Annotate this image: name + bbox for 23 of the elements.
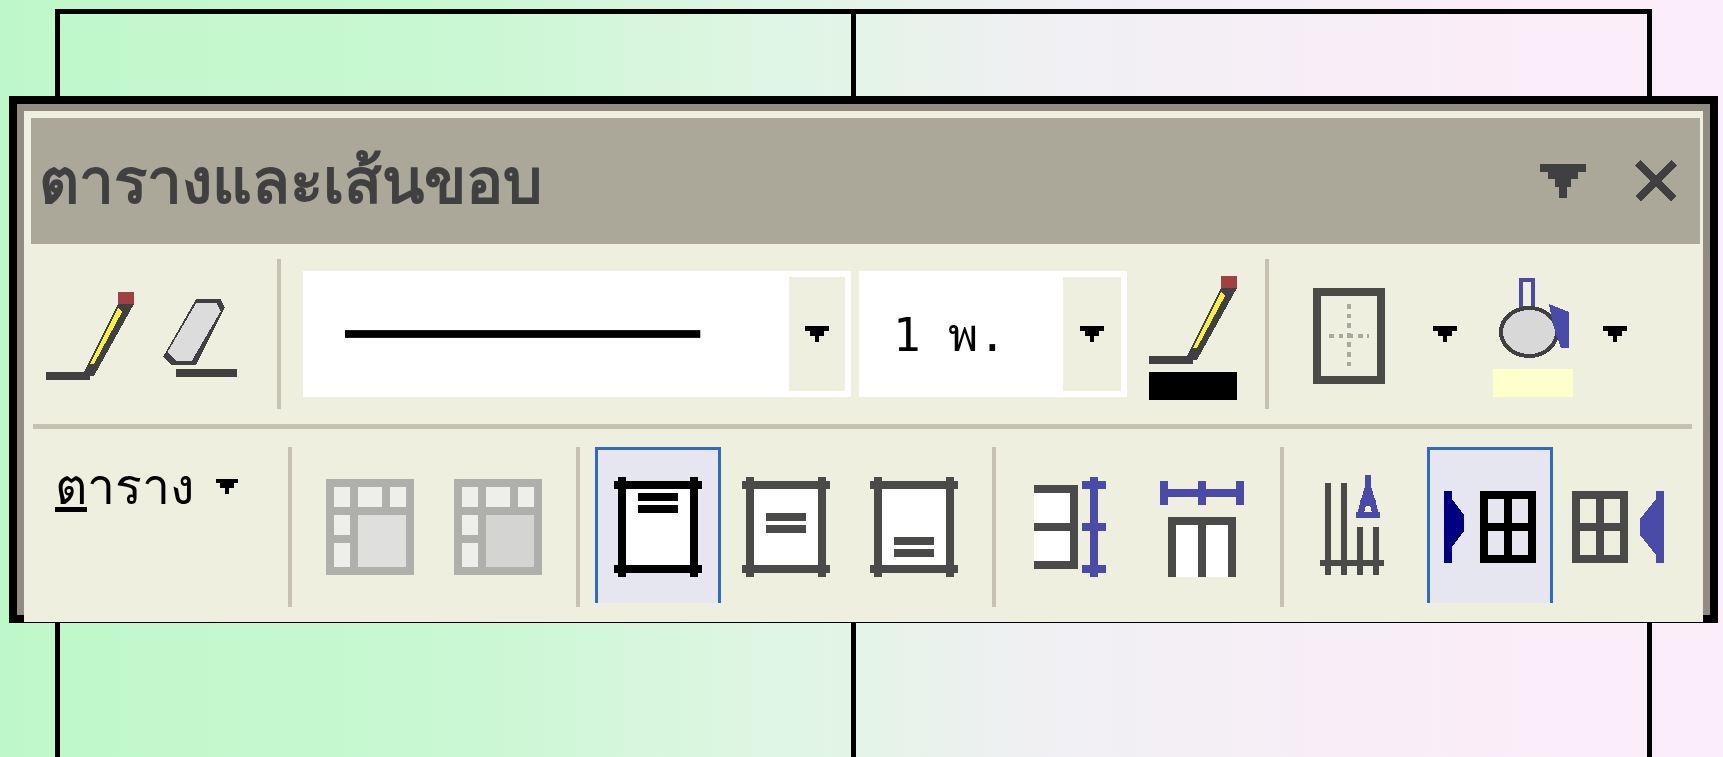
insert-table-button[interactable] [1427, 447, 1553, 603]
table-menu[interactable]: ตาราง [55, 447, 238, 526]
table-arrow-icon [1572, 490, 1664, 563]
align-top-icon [614, 476, 702, 577]
window-title: ตารางและเส้นขอบ [39, 144, 543, 220]
merge-cells-icon [326, 478, 414, 575]
align-bottom-icon [870, 476, 958, 577]
align-middle-icon [742, 476, 830, 577]
dropdown-button[interactable] [1603, 325, 1627, 343]
caret-icon [1433, 325, 1457, 343]
line-style-dropdown[interactable] [303, 271, 851, 397]
align-top-button[interactable] [595, 447, 721, 603]
caret-icon [804, 325, 829, 343]
border-icon [1313, 287, 1385, 384]
line-weight-dropdown[interactable]: 1 พ. [859, 271, 1127, 397]
split-cells-icon [454, 478, 542, 575]
caret-icon [1603, 325, 1627, 343]
close-icon[interactable] [1634, 159, 1678, 203]
dropdown-button[interactable] [1433, 325, 1457, 343]
caret-icon [1080, 325, 1104, 343]
dropdown-icon[interactable] [1540, 164, 1586, 198]
insert-table-icon [1444, 490, 1536, 563]
caret-icon [216, 478, 238, 495]
